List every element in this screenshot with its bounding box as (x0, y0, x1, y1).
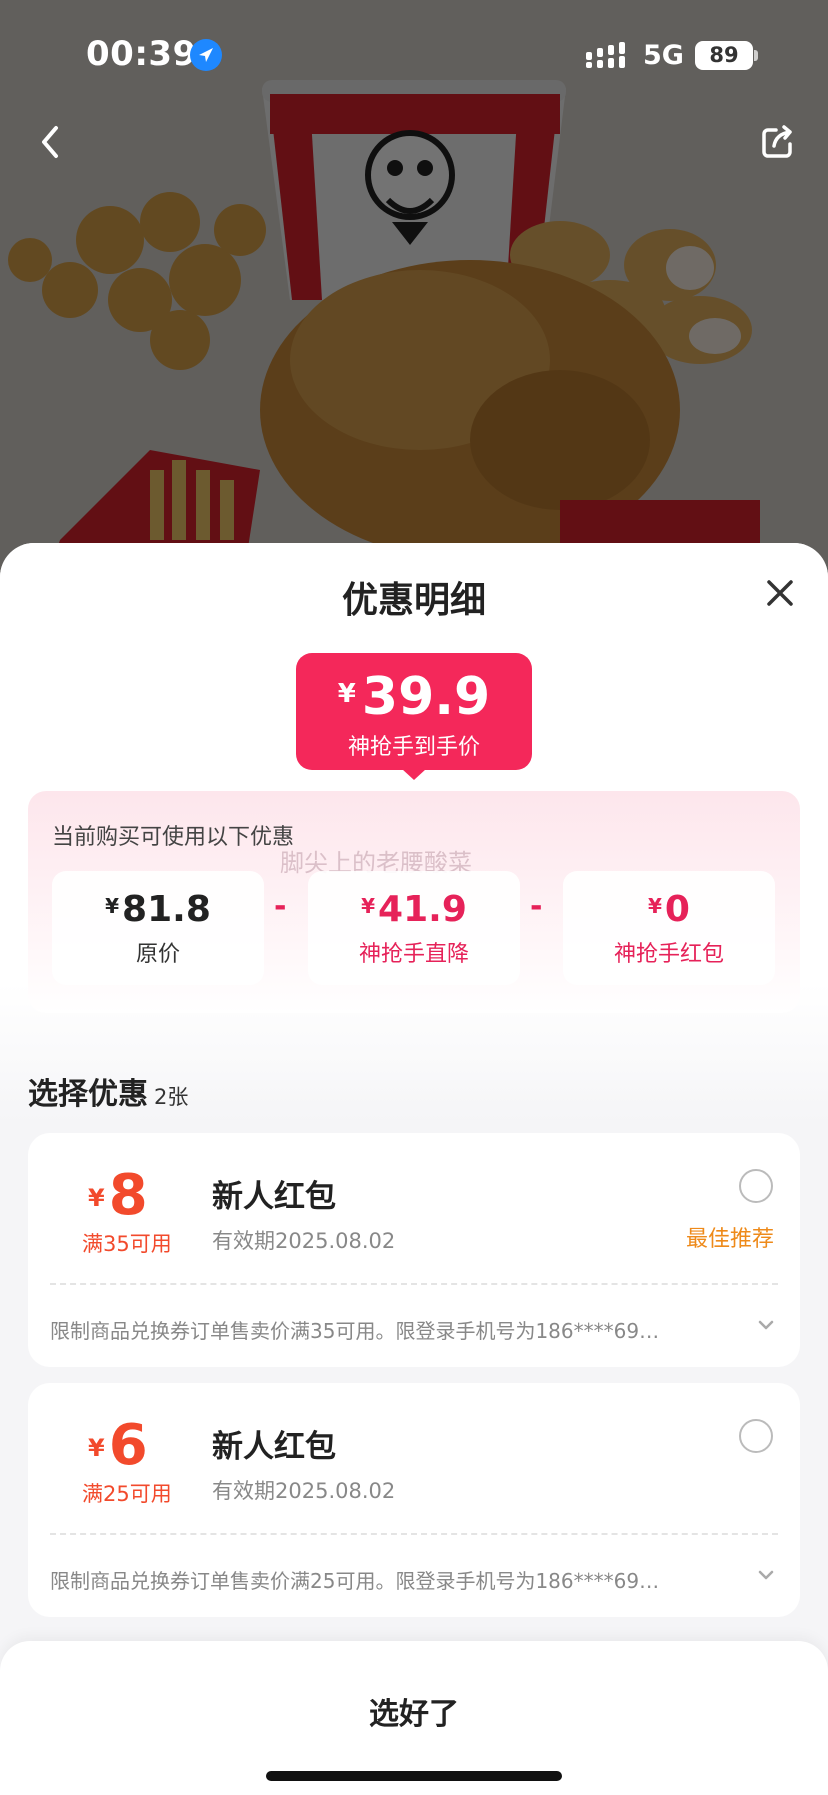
original-price-card: ¥81.8 原价 (52, 871, 264, 985)
choose-coupon-header: 选择优惠 2张 (28, 1069, 188, 1113)
coupon-select-radio[interactable] (739, 1169, 773, 1203)
battery-level: 89 (709, 43, 739, 67)
status-bar: 00:39 5G 89 (0, 0, 828, 110)
red-packet-label: 神抢手红包 (613, 942, 724, 967)
share-icon[interactable] (756, 120, 800, 164)
original-price-label: 原价 (135, 942, 180, 967)
currency-symbol: ¥ (361, 894, 376, 918)
coupon-amount: 8 (108, 1163, 148, 1228)
chevron-down-icon[interactable] (756, 1315, 776, 1335)
home-indicator[interactable] (266, 1771, 562, 1781)
battery-tip (754, 50, 758, 61)
price-breakdown: 当前购买可使用以下优惠 脚尖上的老腰酸菜 ¥81.8 原价 - ¥41.9 神抢… (28, 791, 800, 1013)
breakdown-caption: 当前购买可使用以下优惠 (52, 825, 295, 850)
coupon-rule: 限制商品兑换券订单售卖价满35可用。限登录手机号为186****6925… (50, 1319, 670, 1343)
coupon-currency: ¥ (88, 1184, 105, 1212)
direct-discount-amount: 41.9 (378, 889, 467, 930)
coupon-select-radio[interactable] (739, 1419, 773, 1453)
coupon-condition: 满35可用 (82, 1232, 172, 1256)
discount-detail-sheet: 优惠明细 ¥39.9 神抢手到手价 当前购买可使用以下优惠 脚尖上的老腰酸菜 ¥… (0, 543, 828, 1795)
red-packet-card: ¥0 神抢手红包 (563, 871, 775, 985)
coupon-card[interactable]: ¥6 满25可用 新人红包 有效期2025.08.02 限制商品兑换券订单售卖价… (28, 1383, 800, 1617)
coupon-divider (50, 1283, 778, 1285)
coupon-name: 新人红包 (212, 1429, 336, 1465)
final-price-value: 39.9 (361, 667, 491, 727)
back-arrow-icon[interactable] (30, 118, 70, 166)
best-recommend-badge: 最佳推荐 (686, 1227, 775, 1252)
network-type: 5G (643, 40, 684, 71)
direct-discount-card: ¥41.9 神抢手直降 (308, 871, 520, 985)
minus-sign: - (274, 889, 287, 924)
chevron-down-icon[interactable] (756, 1565, 776, 1585)
price-pointer (402, 769, 426, 780)
coupon-validity: 有效期2025.08.02 (212, 1229, 396, 1253)
coupon-amount: 6 (108, 1413, 148, 1478)
coupon-count: 2张 (154, 1085, 189, 1109)
final-price-box: ¥39.9 神抢手到手价 (296, 653, 532, 770)
coupon-currency: ¥ (88, 1434, 105, 1462)
battery-icon: 89 (695, 41, 753, 70)
sheet-footer: 选好了 (0, 1641, 828, 1795)
direct-discount-label: 神抢手直降 (358, 942, 469, 967)
minus-sign: - (530, 889, 543, 924)
coupon-card[interactable]: ¥8 满35可用 新人红包 有效期2025.08.02 最佳推荐 限制商品兑换券… (28, 1133, 800, 1367)
sheet-title: 优惠明细 (341, 580, 486, 621)
confirm-button[interactable]: 选好了 (0, 1689, 828, 1733)
choose-coupon-title: 选择优惠 (28, 1077, 148, 1112)
close-icon[interactable] (760, 573, 800, 613)
coupon-rule: 限制商品兑换券订单售卖价满25可用。限登录手机号为186****6925… (50, 1569, 670, 1593)
status-time: 00:39 (86, 34, 197, 74)
final-price-label: 神抢手到手价 (347, 735, 480, 760)
red-packet-amount: 0 (664, 889, 690, 930)
currency-symbol: ¥ (105, 894, 120, 918)
signal-icon (586, 42, 636, 72)
coupon-name: 新人红包 (212, 1179, 336, 1215)
coupon-divider (50, 1533, 778, 1535)
coupon-validity: 有效期2025.08.02 (212, 1479, 396, 1503)
currency-symbol: ¥ (648, 894, 662, 918)
location-arrow-icon (190, 39, 222, 71)
final-price-symbol: ¥ (337, 679, 356, 709)
original-price-amount: 81.8 (122, 889, 211, 930)
coupon-condition: 满25可用 (82, 1482, 172, 1506)
